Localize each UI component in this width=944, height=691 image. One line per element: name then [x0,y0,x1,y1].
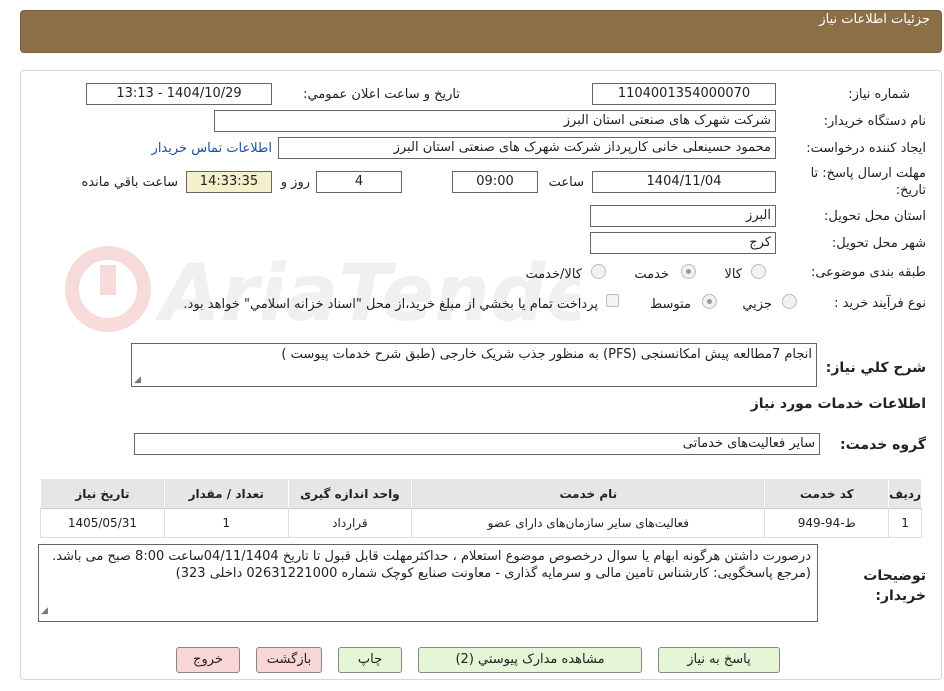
process-option-minor: جزيي [742,297,772,312]
time-label: ساعت [548,175,584,190]
category-option-goods: کالا [724,267,742,282]
remaining-field: 14:33:35 [186,171,272,193]
print-button[interactable]: چاپ [338,647,402,673]
watermark-logo: AriaTender.neT [65,246,580,339]
process-radio-minor[interactable] [782,294,797,309]
deadline-date-field: 1404/11/04 [592,171,776,193]
treasury-checkbox[interactable] [606,294,619,307]
category-radio-goods-service[interactable] [591,264,606,279]
category-label: طبقه بندی موضوعی: [810,265,926,280]
payment-note: پرداخت تمام يا بخشي از مبلغ خريد،از محل … [183,297,598,312]
col-row: رديف [888,478,922,509]
province-field: البرز [590,205,776,227]
resize-grip-icon[interactable]: ◢ [134,375,141,385]
announce-label: تاریخ و ساعت اعلان عمومي: [303,87,460,102]
deadline-time-field: 09:00 [452,171,538,193]
watermark-text: AriaTender.neT [154,249,580,339]
page-header [20,10,942,53]
process-radio-medium[interactable] [702,294,717,309]
cell-unit: قرارداد [287,508,413,538]
process-label: نوع فرآيند خريد : [834,296,926,311]
city-field: کرج [590,232,776,254]
days-label: روز و [280,175,310,190]
summary-text: انجام 7مطالعه پیش امکانسنجی (PFS) به منظ… [281,347,812,362]
col-unit: واحد اندازه گيری [287,478,413,509]
cell-code: ط-94-949 [764,508,890,538]
table-row: 1 ط-94-949 فعالیت‌های سایر سازمان‌های دا… [40,508,922,538]
col-name: نام خدمت [411,478,766,509]
process-option-medium: متوسط [650,297,691,312]
announce-field: 1404/10/29 - 13:13 [86,83,272,105]
days-field: 4 [316,171,402,193]
cell-date: 1405/05/31 [40,508,165,538]
buyer-notes-text: درصورت داشتن هرگونه ابهام یا سوال درخصوص… [52,549,811,581]
summary-textarea[interactable]: انجام 7مطالعه پیش امکانسنجی (PFS) به منظ… [131,343,817,387]
exit-button[interactable]: خروج [176,647,240,673]
need-number-field: 1104001354000070 [592,83,776,105]
services-table: رديف کد خدمت نام خدمت واحد اندازه گيری ت… [40,478,922,538]
buyer-notes-label: توضيحات خريدار: [863,568,926,604]
service-group-label: گروه خدمت: [840,437,926,453]
deadline-label: مهلت ارسال پاسخ: تا تاريخ: [810,166,926,198]
summary-label: شرح کلي نياز: [825,360,926,376]
city-label: شهر محل تحويل: [831,236,926,251]
category-option-goods-service: کالا/خدمت [525,267,582,282]
back-button[interactable]: بازگشت [256,647,322,673]
col-date: تاريخ نياز [40,478,165,509]
need-number-label: شماره نیاز: [848,87,910,102]
category-radio-service[interactable] [681,264,696,279]
buyer-notes-textarea[interactable]: درصورت داشتن هرگونه ابهام یا سوال درخصوص… [38,544,818,622]
resize-grip-icon[interactable]: ◢ [41,603,48,620]
creator-field: محمود حسینعلی خانی کارپرداز شرکت شهرک ها… [278,137,776,159]
attachments-button[interactable]: مشاهده مدارک پيوستي (2) [418,647,642,673]
province-label: استان محل تحويل: [824,209,926,224]
col-qty: تعداد / مقدار [163,478,289,509]
page-title: جزئیات اطلاعات نیاز [819,12,930,27]
services-section-title: اطلاعات خدمات مورد نياز [750,396,926,412]
contact-link[interactable]: اطلاعات تماس خريدار [152,141,272,156]
cell-qty: 1 [163,508,289,538]
cell-row: 1 [888,508,922,538]
remaining-label: ساعت باقي مانده [81,175,178,190]
service-group-field: سایر فعالیت‌های خدماتی [134,433,820,455]
col-code: کد خدمت [764,478,890,509]
reply-button[interactable]: پاسخ به نياز [658,647,780,673]
device-field: شرکت شهرک های صنعتی استان البرز [214,110,776,132]
cell-name: فعالیت‌های سایر سازمان‌های دارای عضو [411,508,766,538]
table-header-row: رديف کد خدمت نام خدمت واحد اندازه گيری ت… [40,478,922,509]
creator-label: ايجاد كننده درخواست: [806,141,926,156]
category-radio-goods[interactable] [751,264,766,279]
category-option-service: خدمت [634,267,669,282]
device-label: نام دستگاه خريدار: [823,114,926,129]
